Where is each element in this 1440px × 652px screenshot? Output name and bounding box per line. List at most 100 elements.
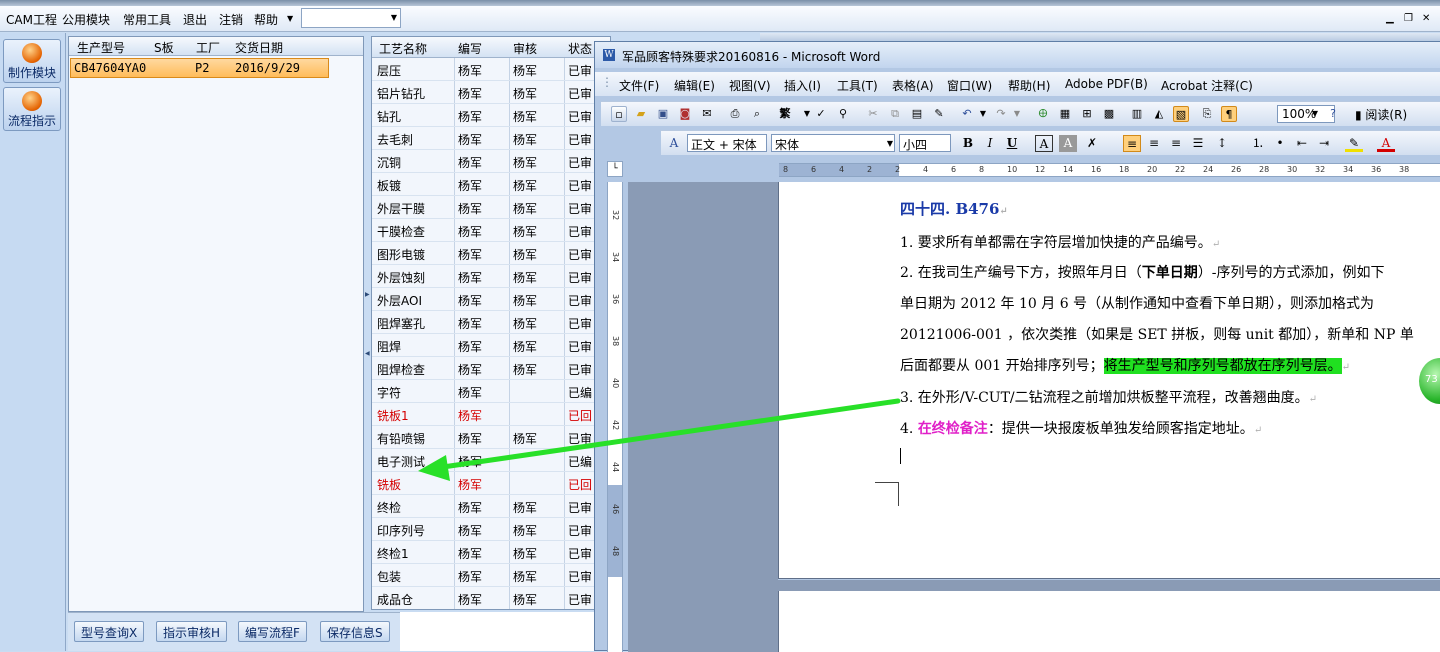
permission-icon[interactable]: ◙ <box>677 106 693 122</box>
word-menu-acrobat[interactable]: Acrobat 注释(C) <box>1161 77 1253 94</box>
char-shading-icon[interactable]: A <box>1059 135 1077 152</box>
table-row[interactable]: 印序列号 杨军 杨军 已审 <box>372 518 610 541</box>
increase-indent-icon[interactable]: ⇥ <box>1315 135 1333 152</box>
trad-chinese-icon[interactable]: 繁 <box>777 106 793 122</box>
doc-map-icon[interactable]: ▧ <box>1173 106 1189 122</box>
menu-combo-select[interactable]: ▼ <box>301 8 401 28</box>
review-instruction-button[interactable]: 指示审核H <box>156 621 228 642</box>
table-row[interactable]: 外层AOI 杨军 杨军 已审 <box>372 288 610 311</box>
table-row[interactable]: 图形电镀 杨军 杨军 已审 <box>372 242 610 265</box>
menu-exit[interactable]: 退出 <box>183 11 207 28</box>
new-doc-icon[interactable]: ▫ <box>611 106 627 122</box>
highlight-icon[interactable]: ✎ <box>1345 135 1363 152</box>
menu-public-module[interactable]: 公用模块 <box>62 11 110 28</box>
font-size-select[interactable]: 小四 <box>899 134 951 152</box>
paste-icon[interactable]: ▤ <box>909 106 925 122</box>
align-center-icon[interactable]: ≡ <box>1145 135 1163 152</box>
table-row[interactable]: 有铅喷锡 杨军 杨军 已审 <box>372 426 610 449</box>
process-guide-button[interactable]: 流程指示 <box>3 87 61 131</box>
justify-icon[interactable]: ☰ <box>1189 135 1207 152</box>
table-row[interactable]: 字符 杨军 已编 <box>372 380 610 403</box>
word-menu-edit[interactable]: 编辑(E) <box>674 77 715 94</box>
insert-excel-icon[interactable]: ▩ <box>1101 106 1117 122</box>
table-row[interactable]: 成品仓 杨军 杨军 已审 <box>372 587 610 609</box>
header-s-board[interactable]: S板 <box>154 39 174 56</box>
show-hide-icon[interactable]: ⎘ <box>1199 106 1215 122</box>
zoom-dropdown-icon[interactable]: ▼ <box>1307 106 1323 122</box>
table-row[interactable]: 电子测试 杨军 已编 <box>372 449 610 472</box>
menu-help[interactable]: 帮助 <box>254 11 278 28</box>
header-factory[interactable]: 工厂 <box>196 39 220 56</box>
columns-icon[interactable]: ▥ <box>1129 106 1145 122</box>
table-row[interactable]: 包装 杨军 杨军 已审 <box>372 564 610 587</box>
table-row[interactable]: 终检1 杨军 杨军 已审 <box>372 541 610 564</box>
header-model[interactable]: 生产型号 <box>77 39 125 56</box>
document-page-2[interactable] <box>778 591 1440 652</box>
numbering-icon[interactable]: ⒈ <box>1249 135 1267 152</box>
table-row[interactable]: 铝片钻孔 杨军 杨军 已审 <box>372 81 610 104</box>
menu-overflow-icon[interactable]: ▼ <box>287 14 293 23</box>
word-menu-view[interactable]: 视图(V) <box>729 77 771 94</box>
format-painter-icon[interactable]: ✎ <box>931 106 947 122</box>
word-menu-window[interactable]: 窗口(W) <box>947 77 992 94</box>
redo-icon[interactable]: ↷ <box>993 106 1009 122</box>
underline-icon[interactable]: U <box>1003 135 1021 152</box>
table-row[interactable]: 外层蚀刻 杨军 杨军 已审 <box>372 265 610 288</box>
table-row[interactable]: 干膜检查 杨军 杨军 已审 <box>372 219 610 242</box>
drawing-icon[interactable]: ◭ <box>1151 106 1167 122</box>
word-menu-table[interactable]: 表格(A) <box>892 77 934 94</box>
header-process-name[interactable]: 工艺名称 <box>379 40 427 57</box>
style-select[interactable]: 正文 + 宋体 <box>687 134 767 152</box>
word-menu-file[interactable]: 文件(F) <box>619 77 659 94</box>
table-row[interactable]: 铣板1 杨军 已回 <box>372 403 610 426</box>
vertical-ruler[interactable]: 32 34 36 38 40 42 44 46 48 <box>607 182 623 652</box>
align-right-icon[interactable]: ≡ <box>1167 135 1185 152</box>
bold-icon[interactable]: B <box>959 135 977 152</box>
close-icon[interactable]: ✕ <box>1422 13 1430 24</box>
minimize-icon[interactable]: ▁ <box>1386 13 1394 24</box>
redo-dropdown-icon[interactable]: ▼ <box>1009 106 1025 122</box>
table-row[interactable]: CB47604YA0 P2 2016/9/29 <box>70 58 329 78</box>
save-info-button[interactable]: 保存信息S <box>320 621 390 642</box>
font-color-icon[interactable]: A <box>1377 135 1395 152</box>
line-spacing-icon[interactable]: ↕ <box>1213 135 1231 152</box>
table-row[interactable]: 层压 杨军 杨军 已审 <box>372 58 610 81</box>
restore-icon[interactable]: ❐ <box>1404 13 1413 24</box>
word-menu-tools[interactable]: 工具(T) <box>837 77 878 94</box>
copy-icon[interactable]: ⧉ <box>887 106 903 122</box>
model-query-button[interactable]: 型号查询X <box>74 621 145 642</box>
header-delivery-date[interactable]: 交货日期 <box>235 39 283 56</box>
bullets-icon[interactable]: • <box>1271 135 1289 152</box>
align-left-icon[interactable]: ≡ <box>1123 135 1141 152</box>
tab-selector-icon[interactable]: └ <box>607 161 623 177</box>
table-row[interactable]: 外层干膜 杨军 杨军 已审 <box>372 196 610 219</box>
table-row[interactable]: 铣板 杨军 已回 <box>372 472 610 495</box>
font-dropdown-icon[interactable]: ▼ <box>881 135 899 152</box>
document-page[interactable]: 四十四. B476↵ 1. 要求所有单都需在字符层增加快捷的产品编号。↵ 2. … <box>778 182 1440 579</box>
menu-cam[interactable]: CAM工程 <box>6 11 57 28</box>
write-process-button[interactable]: 编写流程F <box>238 621 307 642</box>
font-select[interactable]: 宋体 <box>771 134 895 152</box>
word-menu-adobe-pdf[interactable]: Adobe PDF(B) <box>1065 77 1148 91</box>
print-preview-icon[interactable]: ⌕ <box>749 106 765 122</box>
research-icon[interactable]: ⚲ <box>835 106 851 122</box>
menu-logout[interactable]: 注销 <box>219 11 243 28</box>
table-row[interactable]: 钻孔 杨军 杨军 已审 <box>372 104 610 127</box>
word-menu-help[interactable]: 帮助(H) <box>1008 77 1050 94</box>
char-border-icon[interactable]: A <box>1035 135 1053 152</box>
table-row[interactable]: 终检 杨军 杨军 已审 <box>372 495 610 518</box>
open-folder-icon[interactable]: ▰ <box>633 106 649 122</box>
table-row[interactable]: 阻焊检查 杨军 杨军 已审 <box>372 357 610 380</box>
char-scale-icon[interactable]: ✗ <box>1083 135 1101 152</box>
help-icon[interactable]: ? <box>1325 106 1341 122</box>
decrease-indent-icon[interactable]: ⇤ <box>1293 135 1311 152</box>
tables-borders-icon[interactable]: ▦ <box>1057 106 1073 122</box>
menu-common-tools[interactable]: 常用工具 <box>123 11 171 28</box>
word-titlebar[interactable]: W 军品顾客特殊要求20160816 - Microsoft Word <box>595 42 1440 68</box>
print-icon[interactable]: ⎙ <box>727 106 743 122</box>
header-reviewer[interactable]: 审核 <box>513 40 537 57</box>
table-row[interactable]: 阻焊 杨军 杨军 已审 <box>372 334 610 357</box>
spelling-icon[interactable]: ✓ <box>813 106 829 122</box>
make-module-button[interactable]: 制作模块 <box>3 39 61 83</box>
styles-icon[interactable]: A <box>665 135 683 152</box>
